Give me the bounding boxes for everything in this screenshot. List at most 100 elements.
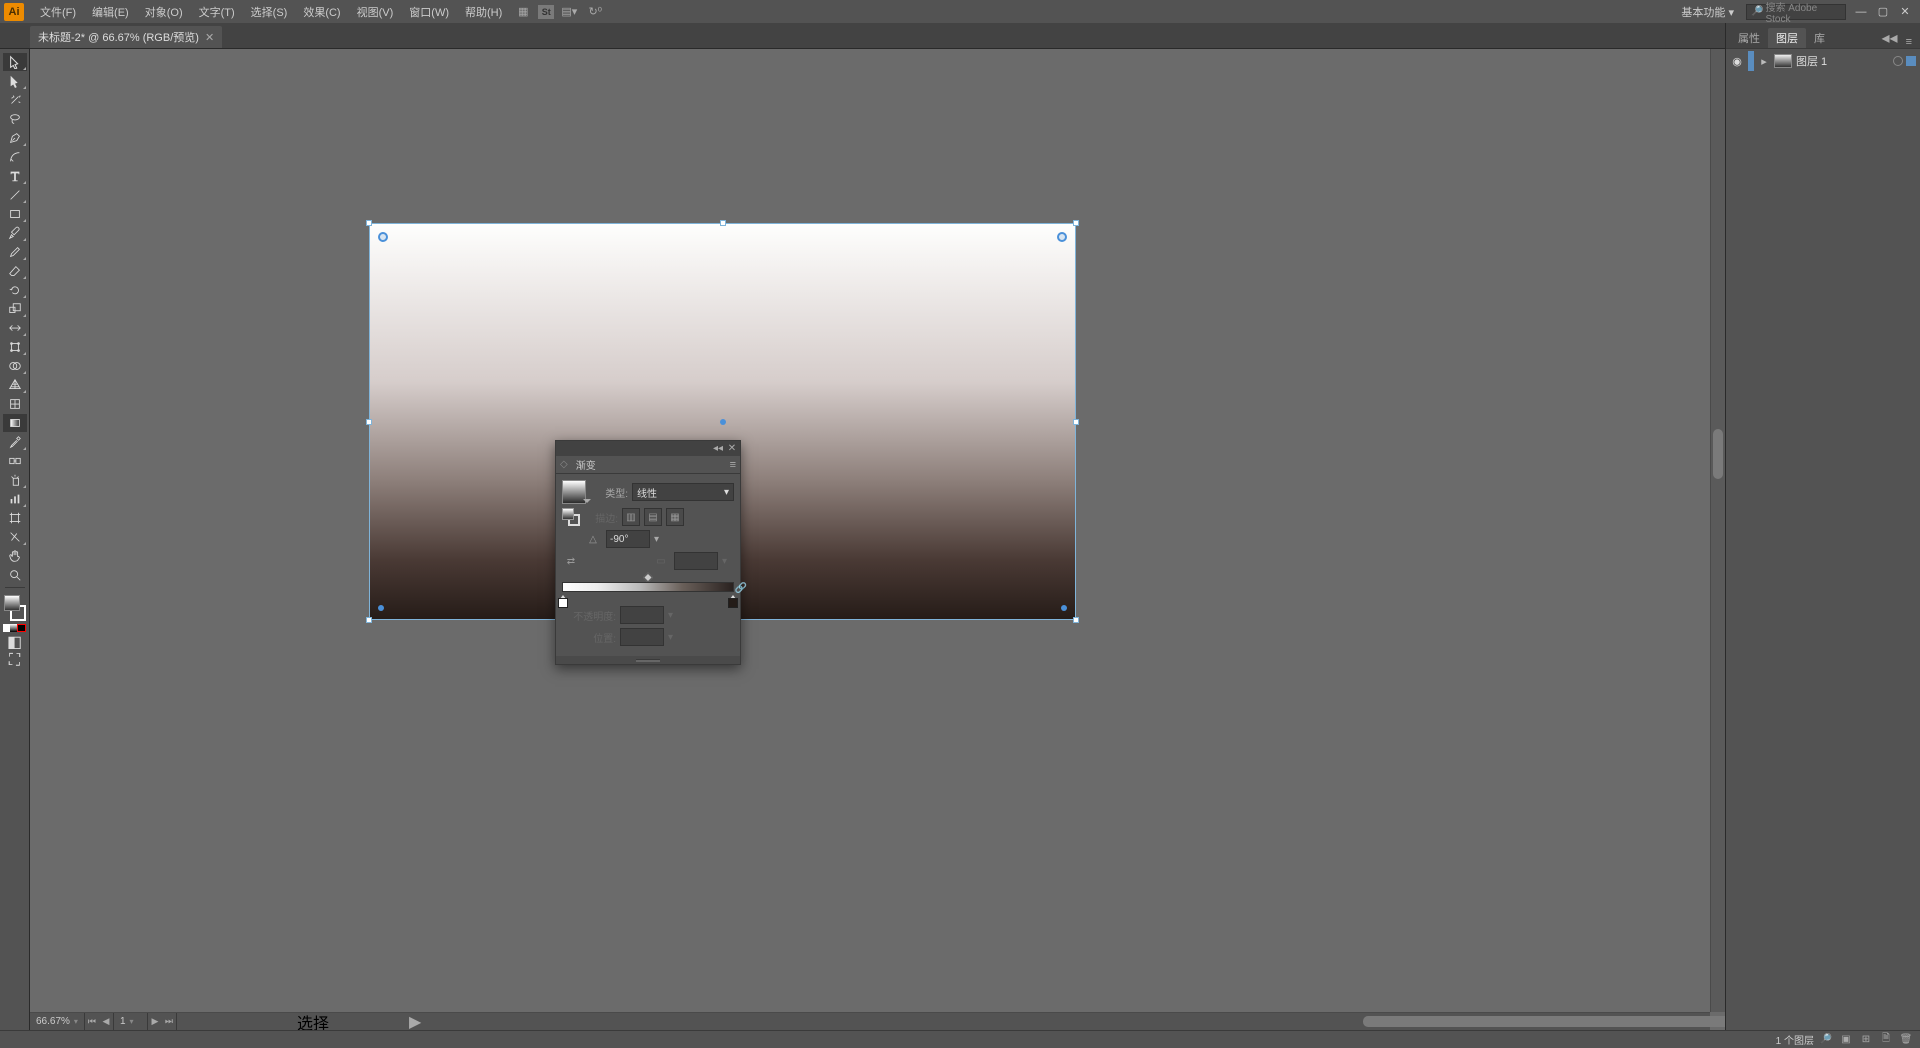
search-input[interactable]: 🔎 搜索 Adobe Stock — [1746, 4, 1846, 20]
gradient-stop-end[interactable] — [728, 595, 738, 607]
lasso-tool[interactable] — [3, 110, 27, 128]
mesh-tool[interactable] — [3, 395, 27, 413]
panel-menu-icon[interactable]: ≡ — [730, 459, 736, 471]
eyedropper-tool[interactable] — [3, 433, 27, 451]
symbol-sprayer-tool[interactable] — [3, 471, 27, 489]
menu-window[interactable]: 窗口(W) — [401, 4, 457, 20]
zoom-tool[interactable] — [3, 566, 27, 584]
menubar: Ai 文件(F) 编辑(E) 对象(O) 文字(T) 选择(S) 效果(C) 视… — [0, 0, 1920, 23]
canvas-area[interactable]: 66.67% ⏮ ◀ 1 ▶ ⏭ 选择 ▶ — [30, 49, 1725, 1030]
stock-icon[interactable]: St — [538, 5, 554, 19]
eraser-tool[interactable] — [3, 262, 27, 280]
fill-stroke-swatch[interactable] — [4, 595, 26, 621]
gradient-fill-stroke-toggle[interactable] — [562, 508, 580, 526]
menu-select[interactable]: 选择(S) — [243, 4, 296, 20]
paintbrush-tool[interactable] — [3, 224, 27, 242]
menu-view[interactable]: 视图(V) — [349, 4, 402, 20]
gradient-midpoint[interactable] — [643, 573, 653, 583]
menu-effect[interactable]: 效果(C) — [295, 4, 348, 20]
menu-help[interactable]: 帮助(H) — [457, 4, 510, 20]
panel-collapse-icon[interactable]: ◂◂ — [712, 443, 724, 455]
layer-row[interactable]: ◉ ▸ 图层 1 — [1726, 51, 1920, 71]
direct-selection-tool[interactable] — [3, 72, 27, 90]
rectangle-tool[interactable] — [3, 205, 27, 223]
last-artboard-button[interactable]: ⏭ — [162, 1013, 176, 1031]
gradient-angle-input[interactable]: -90° — [606, 530, 650, 548]
scale-tool[interactable] — [3, 300, 27, 318]
pen-tool[interactable] — [3, 129, 27, 147]
stroke-along-icon[interactable]: ▤ — [644, 508, 662, 526]
bridge-icon[interactable]: ▦ — [512, 4, 534, 20]
curvature-tool[interactable] — [3, 148, 27, 166]
arrange-documents-icon[interactable]: ▤▾ — [558, 4, 580, 20]
panel-menu-icon[interactable]: ≡ — [1902, 36, 1916, 48]
document-tab[interactable]: 未标题-2* @ 66.67% (RGB/预览) ✕ — [30, 26, 222, 48]
next-artboard-button[interactable]: ▶ — [148, 1013, 162, 1031]
menu-object[interactable]: 对象(O) — [137, 4, 191, 20]
column-graph-tool[interactable] — [3, 490, 27, 508]
new-sublayer-icon[interactable]: ⊞ — [1858, 1032, 1874, 1048]
workspace-switcher[interactable]: 基本功能 ▾ — [1673, 4, 1742, 20]
tab-properties[interactable]: 属性 — [1730, 28, 1768, 48]
gradient-type-select[interactable]: 线性▾ — [632, 483, 734, 501]
status-play-icon[interactable]: ▶ — [409, 1012, 421, 1031]
tab-close-icon[interactable]: ✕ — [205, 31, 214, 44]
menu-edit[interactable]: 编辑(E) — [84, 4, 137, 20]
vertical-scrollbar[interactable] — [1710, 49, 1725, 1012]
stroke-within-icon[interactable]: ▥ — [622, 508, 640, 526]
stroke-across-icon[interactable]: ▦ — [666, 508, 684, 526]
visibility-toggle-icon[interactable]: ◉ — [1726, 51, 1748, 71]
free-transform-tool[interactable] — [3, 338, 27, 356]
gradient-slider[interactable]: 🔗 — [562, 574, 734, 606]
horizontal-scrollbar[interactable] — [1003, 1013, 1710, 1030]
tab-libraries[interactable]: 库 — [1806, 28, 1833, 48]
layer-name[interactable]: 图层 1 — [1796, 53, 1893, 69]
hand-tool[interactable] — [3, 547, 27, 565]
pencil-tool[interactable] — [3, 243, 27, 261]
color-mode-row[interactable] — [3, 624, 27, 632]
draw-normal-icon[interactable]: ◧ — [3, 633, 27, 651]
magic-wand-tool[interactable] — [3, 91, 27, 109]
menu-file[interactable]: 文件(F) — [32, 4, 84, 20]
window-maximize[interactable]: ▢ — [1872, 4, 1894, 20]
selection-tool[interactable] — [3, 53, 27, 71]
window-minimize[interactable]: — — [1850, 4, 1872, 20]
panel-collapse-icon[interactable]: ◂◂ — [1878, 28, 1902, 48]
layer-selection-indicator[interactable] — [1906, 56, 1916, 66]
reverse-gradient-icon[interactable]: ⇄ — [562, 552, 580, 570]
window-close[interactable]: ✕ — [1894, 4, 1916, 20]
locate-layer-icon[interactable]: 🔎 — [1818, 1032, 1834, 1048]
menu-type[interactable]: 文字(T) — [191, 4, 243, 20]
gpu-performance-icon[interactable]: ↻⁰ — [584, 4, 606, 20]
gradient-preview-swatch[interactable] — [562, 480, 586, 504]
make-clipping-mask-icon[interactable]: ▣ — [1838, 1032, 1854, 1048]
gradient-tool[interactable] — [3, 414, 27, 432]
zoom-level[interactable]: 66.67% — [30, 1013, 85, 1030]
rotate-tool[interactable] — [3, 281, 27, 299]
delete-layer-icon[interactable]: 🗑 — [1898, 1032, 1914, 1048]
line-segment-tool[interactable] — [3, 186, 27, 204]
perspective-grid-tool[interactable] — [3, 376, 27, 394]
width-tool[interactable] — [3, 319, 27, 337]
shape-builder-tool[interactable] — [3, 357, 27, 375]
blend-tool[interactable] — [3, 452, 27, 470]
layer-expand-icon[interactable]: ▸ — [1758, 55, 1770, 68]
prev-artboard-button[interactable]: ◀ — [99, 1013, 113, 1031]
slice-tool[interactable] — [3, 528, 27, 546]
new-layer-icon[interactable]: 🗎 — [1878, 1032, 1894, 1048]
panel-resize-grip[interactable] — [556, 656, 740, 664]
first-artboard-button[interactable]: ⏮ — [85, 1013, 99, 1031]
gradient-type-label: 类型: — [594, 485, 628, 500]
tab-layers[interactable]: 图层 — [1768, 28, 1806, 48]
artboard-navigation[interactable]: 1 — [114, 1013, 148, 1030]
type-tool[interactable] — [3, 167, 27, 185]
layer-target-icon[interactable] — [1893, 56, 1903, 66]
gradient-panel-tab[interactable]: 渐变 — [570, 456, 602, 474]
gradient-stop-start[interactable] — [558, 595, 568, 607]
gradient-link-icon[interactable]: 🔗 — [735, 582, 747, 594]
screen-mode-icon[interactable]: ⛶ — [3, 652, 27, 670]
artboard-tool[interactable] — [3, 509, 27, 527]
panel-close-icon[interactable]: ✕ — [726, 443, 738, 455]
angle-dropdown[interactable]: ▾ — [654, 534, 666, 545]
layer-count-label: 1 个图层 — [1776, 1032, 1814, 1047]
